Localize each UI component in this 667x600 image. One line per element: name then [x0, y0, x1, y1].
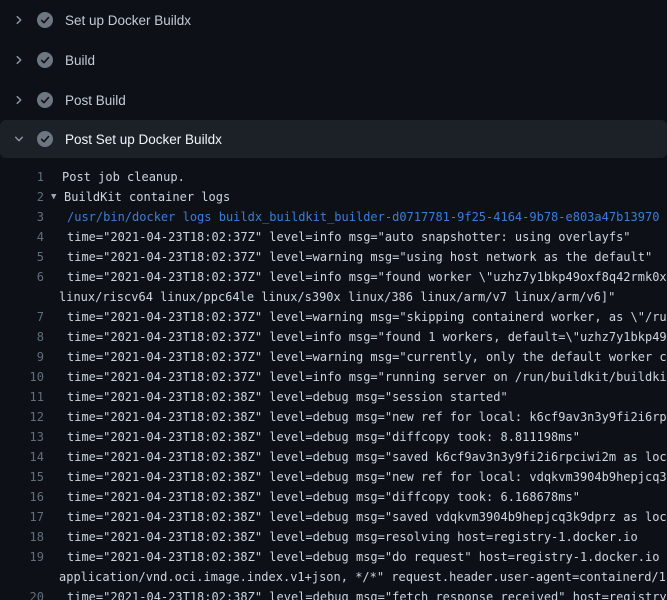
log-line-number: 7	[0, 307, 44, 327]
log-line: 7 time="2021-04-23T18:02:37Z" level=warn…	[0, 307, 667, 327]
actions-log-viewer: Set up Docker Buildx Build P	[0, 0, 667, 600]
log-line: 18 time="2021-04-23T18:02:38Z" level=deb…	[0, 527, 667, 547]
log-line-text: Post job cleanup.	[62, 167, 185, 187]
log-line-text: time="2021-04-23T18:02:37Z" level=warnin…	[67, 307, 667, 327]
log-line: 12 time="2021-04-23T18:02:38Z" level=deb…	[0, 407, 667, 427]
log-line-text: time="2021-04-23T18:02:37Z" level=info m…	[67, 227, 631, 247]
log-line-number: 20	[0, 587, 44, 600]
log-line-text: time="2021-04-23T18:02:38Z" level=debug …	[67, 467, 667, 487]
log-line: 6 time="2021-04-23T18:02:37Z" level=info…	[0, 267, 667, 287]
log-line-number: 5	[0, 247, 44, 267]
chevron-right-icon[interactable]	[12, 52, 26, 68]
log-line: 16 time="2021-04-23T18:02:38Z" level=deb…	[0, 487, 667, 507]
group-caret-icon[interactable]: ▼	[51, 187, 61, 207]
log-lines: 1 Post job cleanup. 2 ▼ BuildKit contain…	[0, 158, 667, 600]
log-line-text: linux/riscv64 linux/ppc64le linux/s390x …	[59, 287, 615, 307]
log-line: 10 time="2021-04-23T18:02:37Z" level=inf…	[0, 367, 667, 387]
log-line: 3 /usr/bin/docker logs buildx_buildkit_b…	[0, 207, 667, 227]
log-line-text: time="2021-04-23T18:02:37Z" level=warnin…	[67, 247, 652, 267]
log-line: 5 time="2021-04-23T18:02:37Z" level=warn…	[0, 247, 667, 267]
log-line-number: 18	[0, 527, 44, 547]
log-line-number	[0, 287, 44, 307]
check-circle-icon	[37, 12, 53, 28]
log-line-text: time="2021-04-23T18:02:37Z" level=info m…	[67, 367, 667, 387]
log-line: 8 time="2021-04-23T18:02:37Z" level=info…	[0, 327, 667, 347]
check-circle-icon	[37, 52, 53, 68]
step-label: Post Build	[65, 93, 126, 108]
log-line-number: 2	[0, 187, 44, 207]
log-line-text: application/vnd.oci.image.index.v1+json,…	[59, 567, 667, 587]
step-label: Post Set up Docker Buildx	[65, 132, 222, 147]
log-line-text: time="2021-04-23T18:02:38Z" level=debug …	[67, 547, 667, 567]
log-line-number: 13	[0, 427, 44, 447]
log-line-number: 8	[0, 327, 44, 347]
log-line: 2 ▼ BuildKit container logs	[0, 187, 667, 207]
log-line: 9 time="2021-04-23T18:02:37Z" level=warn…	[0, 347, 667, 367]
step-header-post-set-up-docker-buildx[interactable]: Post Set up Docker Buildx	[0, 120, 667, 158]
log-line: application/vnd.oci.image.index.v1+json,…	[0, 567, 667, 587]
step-header-build[interactable]: Build	[0, 40, 667, 80]
log-line-number: 9	[0, 347, 44, 367]
log-line: 13 time="2021-04-23T18:02:38Z" level=deb…	[0, 427, 667, 447]
log-line-text: time="2021-04-23T18:02:38Z" level=debug …	[67, 587, 667, 600]
check-circle-icon	[37, 131, 53, 147]
log-line-text: BuildKit container logs	[64, 187, 230, 207]
log-line: 11 time="2021-04-23T18:02:38Z" level=deb…	[0, 387, 667, 407]
step-header-post-build[interactable]: Post Build	[0, 80, 667, 120]
log-line-number: 19	[0, 547, 44, 567]
log-line-number: 4	[0, 227, 44, 247]
log-line-number: 11	[0, 387, 44, 407]
log-line: linux/riscv64 linux/ppc64le linux/s390x …	[0, 287, 667, 307]
step-label: Set up Docker Buildx	[65, 13, 191, 28]
log-line-number: 14	[0, 447, 44, 467]
log-line-number: 1	[0, 167, 44, 187]
log-line: 15 time="2021-04-23T18:02:38Z" level=deb…	[0, 467, 667, 487]
chevron-down-icon[interactable]	[12, 131, 26, 147]
log-line-text: time="2021-04-23T18:02:38Z" level=debug …	[67, 427, 580, 447]
log-line: 20 time="2021-04-23T18:02:38Z" level=deb…	[0, 587, 667, 600]
log-line-text: /usr/bin/docker logs buildx_buildkit_bui…	[67, 207, 659, 227]
log-line-text: time="2021-04-23T18:02:38Z" level=debug …	[67, 407, 667, 427]
log-line-number: 17	[0, 507, 44, 527]
log-line-text: time="2021-04-23T18:02:38Z" level=debug …	[67, 487, 580, 507]
log-line: 1 Post job cleanup.	[0, 167, 667, 187]
log-line-number	[0, 567, 44, 587]
log-line-number: 3	[0, 207, 44, 227]
log-line: 19 time="2021-04-23T18:02:38Z" level=deb…	[0, 547, 667, 567]
log-line: 4 time="2021-04-23T18:02:37Z" level=info…	[0, 227, 667, 247]
log-line-text: time="2021-04-23T18:02:37Z" level=info m…	[67, 267, 667, 287]
log-line-text: time="2021-04-23T18:02:37Z" level=warnin…	[67, 347, 667, 367]
log-line-number: 16	[0, 487, 44, 507]
log-line-text: time="2021-04-23T18:02:38Z" level=debug …	[67, 447, 667, 467]
step-header-set-up-docker-buildx[interactable]: Set up Docker Buildx	[0, 0, 667, 40]
log-line-number: 12	[0, 407, 44, 427]
log-line-text: time="2021-04-23T18:02:37Z" level=info m…	[67, 327, 667, 347]
log-line: 14 time="2021-04-23T18:02:38Z" level=deb…	[0, 447, 667, 467]
log-line-text: time="2021-04-23T18:02:38Z" level=debug …	[67, 527, 638, 547]
chevron-right-icon[interactable]	[12, 92, 26, 108]
log-line-text: time="2021-04-23T18:02:38Z" level=debug …	[67, 387, 508, 407]
log-line-number: 15	[0, 467, 44, 487]
log-line-number: 6	[0, 267, 44, 287]
log-line: 17 time="2021-04-23T18:02:38Z" level=deb…	[0, 507, 667, 527]
log-line-number: 10	[0, 367, 44, 387]
chevron-right-icon[interactable]	[12, 12, 26, 28]
step-list: Set up Docker Buildx Build P	[0, 0, 667, 158]
check-circle-icon	[37, 92, 53, 108]
step-label: Build	[65, 53, 95, 68]
log-line-text: time="2021-04-23T18:02:38Z" level=debug …	[67, 507, 667, 527]
